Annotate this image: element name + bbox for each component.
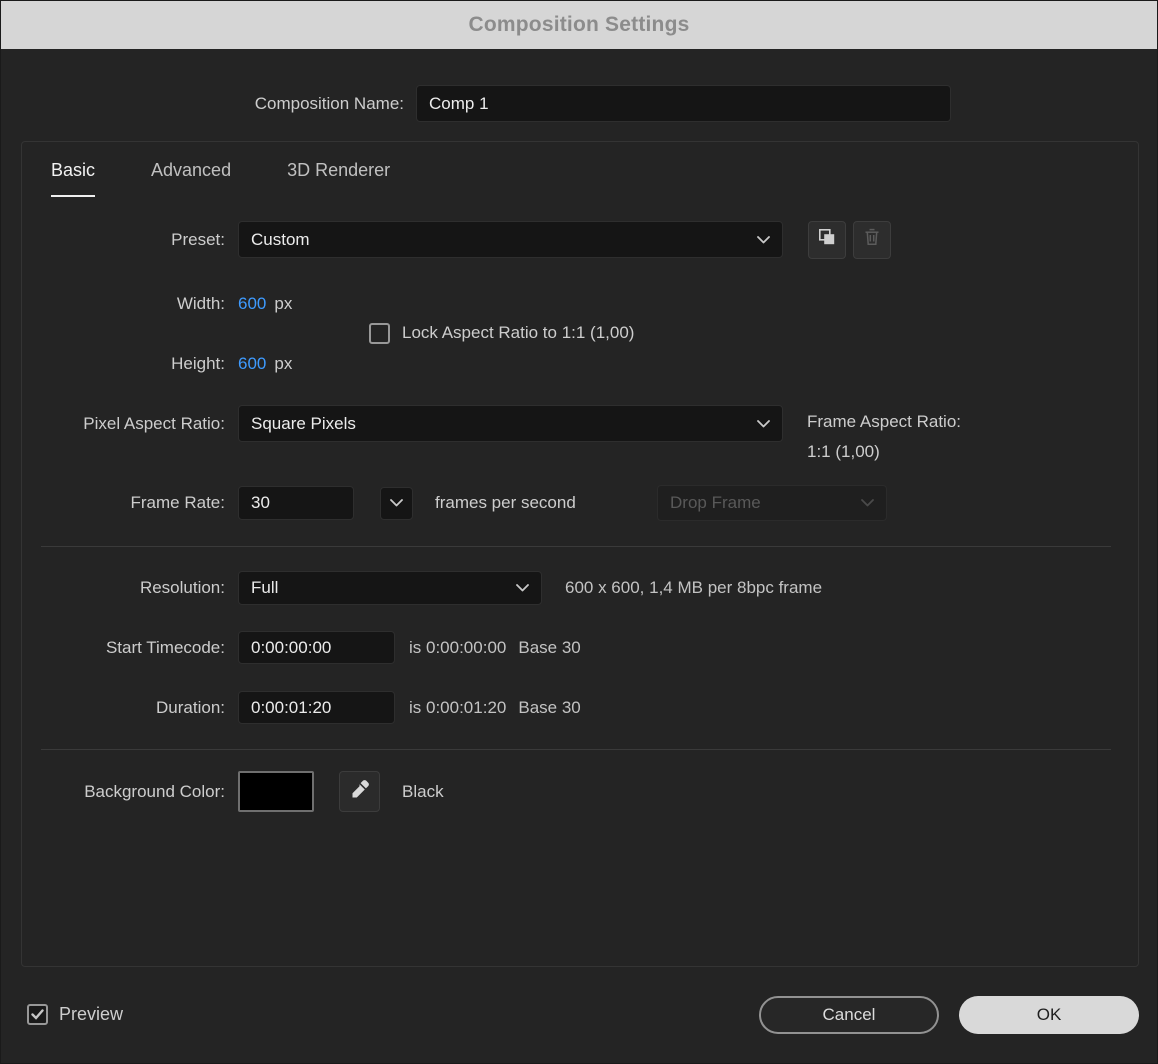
- drop-frame-dropdown[interactable]: Drop Frame: [657, 485, 887, 521]
- preview-label: Preview: [59, 1004, 123, 1025]
- pixel-aspect-dropdown[interactable]: Square Pixels: [238, 405, 783, 442]
- resolution-label: Resolution:: [1, 578, 225, 598]
- drop-frame-value: Drop Frame: [670, 493, 761, 513]
- delete-preset-button[interactable]: [853, 221, 891, 259]
- chevron-down-icon: [390, 494, 403, 512]
- preset-label: Preset:: [1, 230, 225, 250]
- height-value[interactable]: 600: [238, 354, 266, 374]
- save-preset-button[interactable]: [808, 221, 846, 259]
- preset-row: Preset: Custom: [1, 221, 891, 258]
- pixel-aspect-value: Square Pixels: [251, 414, 356, 434]
- chevron-down-icon: [757, 236, 770, 244]
- frame-rate-suffix: frames per second: [435, 493, 576, 513]
- background-color-row: Background Color: Black: [1, 771, 444, 812]
- chevron-down-icon: [516, 584, 529, 592]
- width-unit: px: [274, 294, 292, 314]
- start-timecode-label: Start Timecode:: [1, 638, 225, 658]
- lock-aspect-row: Lock Aspect Ratio to 1:1 (1,00): [369, 321, 634, 345]
- resolution-row: Resolution: Full 600 x 600, 1,4 MB per 8…: [1, 571, 822, 605]
- duration-input[interactable]: [238, 691, 395, 724]
- preview-toggle: Preview: [27, 1004, 123, 1025]
- trash-icon: [862, 227, 882, 252]
- preset-value: Custom: [251, 230, 310, 250]
- height-row: Height: 600 px: [1, 352, 292, 376]
- duration-base: Base 30: [518, 698, 580, 718]
- divider: [41, 749, 1111, 750]
- pixel-aspect-label: Pixel Aspect Ratio:: [1, 414, 225, 434]
- duration-label: Duration:: [1, 698, 225, 718]
- start-timecode-base: Base 30: [518, 638, 580, 658]
- tab-bar: Basic Advanced 3D Renderer: [51, 160, 390, 197]
- start-timecode-row: Start Timecode: is 0:00:00:00 Base 30: [1, 631, 581, 664]
- duration-info: is 0:00:01:20: [409, 698, 506, 718]
- composition-name-label: Composition Name:: [1, 94, 404, 114]
- new-preset-icon: [817, 227, 837, 252]
- width-row: Width: 600 px: [1, 292, 292, 316]
- tab-3d-renderer[interactable]: 3D Renderer: [287, 160, 390, 197]
- frame-rate-label: Frame Rate:: [1, 493, 225, 513]
- preview-checkbox[interactable]: [27, 1004, 48, 1025]
- resolution-value: Full: [251, 578, 278, 598]
- frame-rate-row: Frame Rate: frames per second: [1, 486, 576, 520]
- ok-button[interactable]: OK: [959, 996, 1139, 1034]
- chevron-down-icon: [757, 420, 770, 428]
- background-color-label: Background Color:: [1, 782, 225, 802]
- frame-aspect-value: 1:1 (1,00): [807, 437, 961, 467]
- frame-rate-dropdown-button[interactable]: [380, 487, 413, 520]
- height-label: Height:: [1, 354, 225, 374]
- composition-name-input[interactable]: [416, 85, 951, 122]
- start-timecode-input[interactable]: [238, 631, 395, 664]
- height-unit: px: [274, 354, 292, 374]
- title-bar[interactable]: Composition Settings: [1, 1, 1157, 49]
- cancel-button[interactable]: Cancel: [759, 996, 939, 1034]
- composition-settings-dialog: Composition Settings Composition Name: B…: [0, 0, 1158, 1064]
- lock-aspect-label: Lock Aspect Ratio to 1:1 (1,00): [402, 323, 634, 343]
- settings-group-border: [21, 141, 1139, 967]
- width-value[interactable]: 600: [238, 294, 266, 314]
- eyedropper-icon: [350, 779, 370, 804]
- width-label: Width:: [1, 294, 225, 314]
- eyedropper-button[interactable]: [339, 771, 380, 812]
- start-timecode-info: is 0:00:00:00: [409, 638, 506, 658]
- pixel-aspect-row: Pixel Aspect Ratio: Square Pixels: [1, 405, 783, 442]
- tab-basic[interactable]: Basic: [51, 160, 95, 197]
- dialog-title: Composition Settings: [469, 13, 690, 37]
- resolution-dropdown[interactable]: Full: [238, 571, 542, 605]
- frame-aspect-block: Frame Aspect Ratio: 1:1 (1,00): [807, 407, 961, 467]
- divider: [41, 546, 1111, 547]
- background-color-name: Black: [402, 782, 444, 802]
- tab-advanced[interactable]: Advanced: [151, 160, 231, 197]
- duration-row: Duration: is 0:00:01:20 Base 30: [1, 691, 581, 724]
- background-color-swatch[interactable]: [238, 771, 314, 812]
- preset-dropdown[interactable]: Custom: [238, 221, 783, 258]
- frame-rate-input[interactable]: [238, 486, 354, 520]
- lock-aspect-checkbox[interactable]: [369, 323, 390, 344]
- frame-aspect-label: Frame Aspect Ratio:: [807, 407, 961, 437]
- resolution-info: 600 x 600, 1,4 MB per 8bpc frame: [565, 578, 822, 598]
- composition-name-row: Composition Name:: [1, 85, 951, 122]
- chevron-down-icon: [861, 499, 874, 507]
